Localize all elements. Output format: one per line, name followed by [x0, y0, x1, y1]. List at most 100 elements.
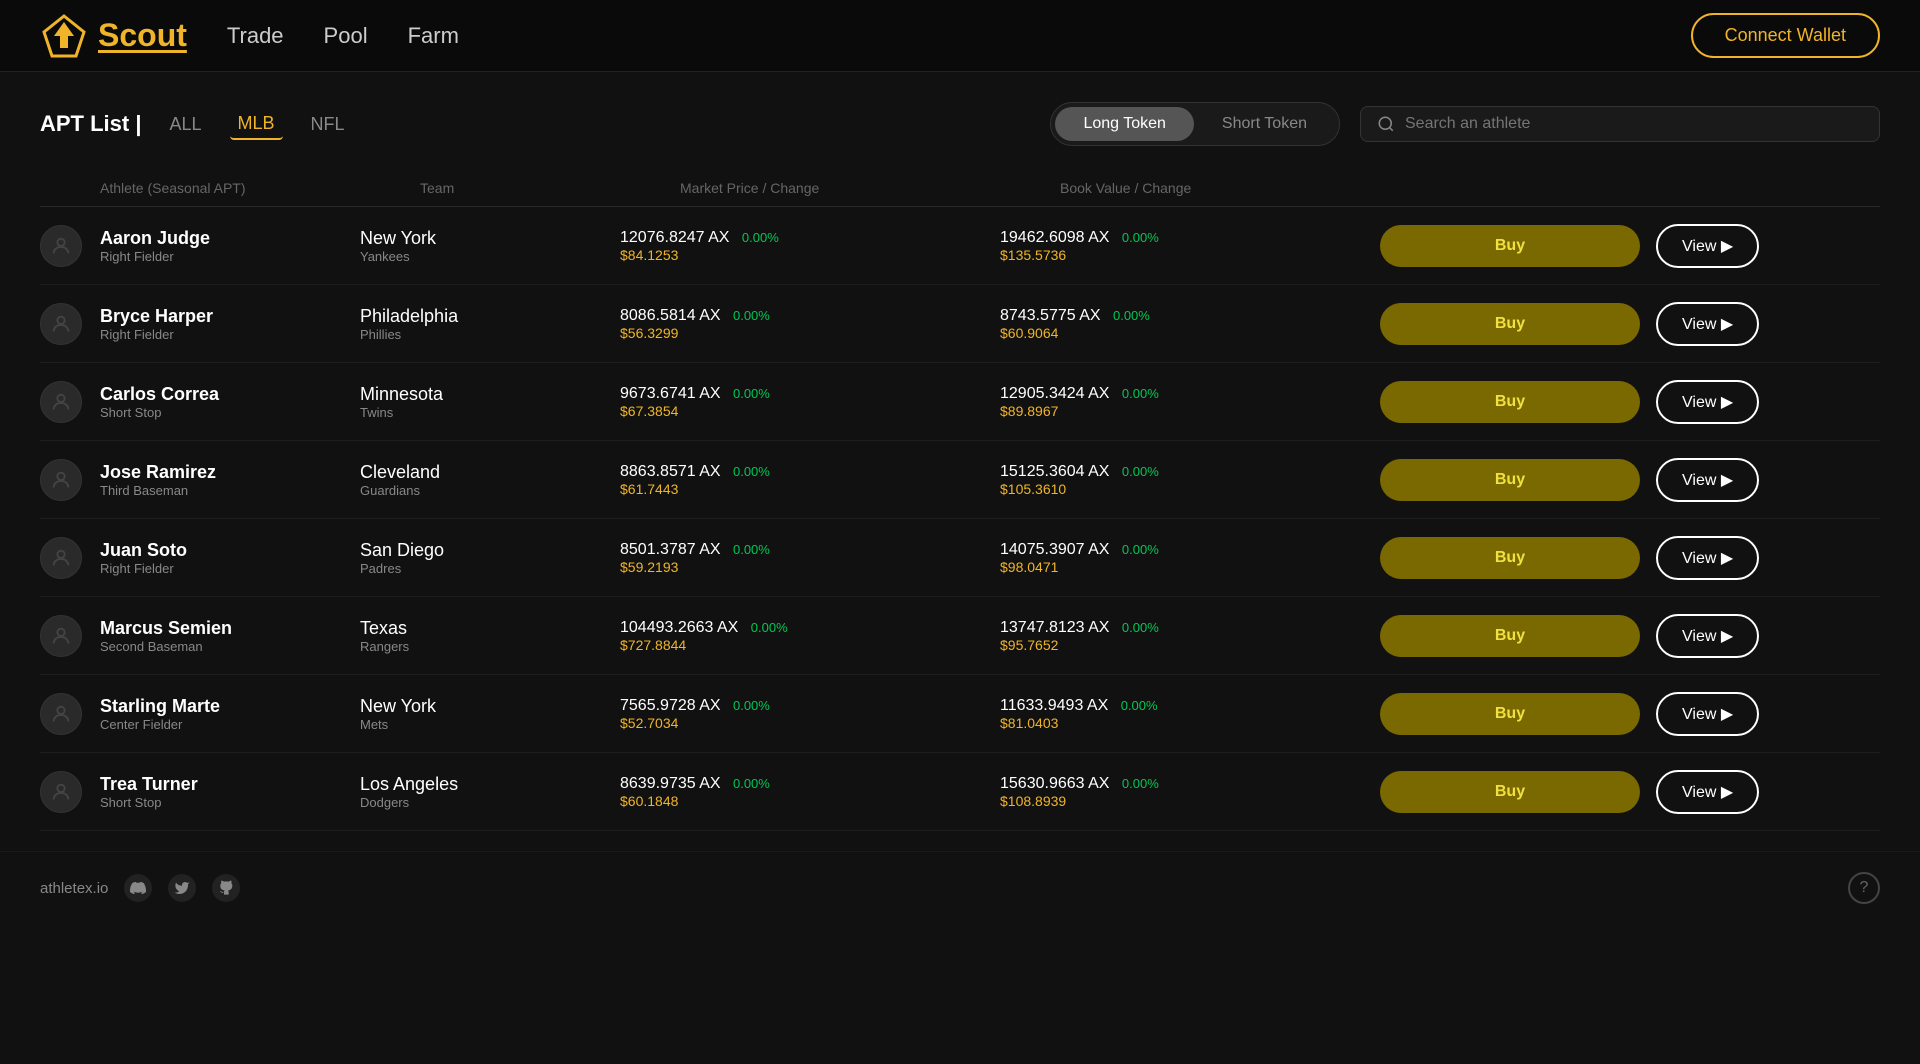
table-row: Jose Ramirez Third Baseman Cleveland Gua… — [40, 441, 1880, 519]
nav-trade[interactable]: Trade — [227, 23, 284, 49]
view-button[interactable]: View ▶ — [1656, 770, 1759, 814]
search-input[interactable] — [1405, 115, 1863, 133]
team-city: San Diego — [360, 540, 620, 561]
book-value-ax: 12905.3424 AX 0.00% — [1000, 385, 1380, 403]
connect-wallet-button[interactable]: Connect Wallet — [1691, 13, 1880, 58]
market-price-usd: $67.3854 — [620, 403, 1000, 419]
athlete-info: Starling Marte Center Fielder — [100, 696, 360, 732]
view-button[interactable]: View ▶ — [1656, 692, 1759, 736]
filter-mlb[interactable]: MLB — [230, 109, 283, 140]
view-button[interactable]: View ▶ — [1656, 380, 1759, 424]
discord-icon[interactable] — [124, 874, 152, 902]
col-market-price: Market Price / Change — [680, 180, 1060, 196]
market-price-usd: $52.7034 — [620, 715, 1000, 731]
filter-all[interactable]: ALL — [162, 110, 210, 139]
book-change: 0.00% — [1122, 542, 1159, 557]
market-price-info: 7565.9728 AX 0.00% $52.7034 — [620, 697, 1000, 731]
book-value-usd: $81.0403 — [1000, 715, 1380, 731]
nav: Trade Pool Farm — [227, 23, 459, 49]
logo: Scout — [40, 12, 187, 60]
athlete-name: Juan Soto — [100, 540, 360, 561]
view-button[interactable]: View ▶ — [1656, 302, 1759, 346]
team-city: Los Angeles — [360, 774, 620, 795]
buy-button[interactable]: Buy — [1380, 459, 1640, 501]
athlete-name: Marcus Semien — [100, 618, 360, 639]
twitter-icon[interactable] — [168, 874, 196, 902]
market-change: 0.00% — [733, 464, 770, 479]
footer-brand: athletex.io — [40, 880, 108, 897]
table-row: Juan Soto Right Fielder San Diego Padres… — [40, 519, 1880, 597]
book-change: 0.00% — [1122, 464, 1159, 479]
team-info: Minnesota Twins — [360, 384, 620, 420]
athlete-name: Jose Ramirez — [100, 462, 360, 483]
action-column: Buy View ▶ — [1380, 458, 1779, 502]
athlete-info: Aaron Judge Right Fielder — [100, 228, 360, 264]
team-name: Guardians — [360, 483, 620, 498]
market-price-ax: 7565.9728 AX 0.00% — [620, 697, 1000, 715]
team-city: Philadelphia — [360, 306, 620, 327]
action-column: Buy View ▶ — [1380, 536, 1779, 580]
nav-pool[interactable]: Pool — [324, 23, 368, 49]
athlete-position: Second Baseman — [100, 639, 360, 654]
market-price-info: 8086.5814 AX 0.00% $56.3299 — [620, 307, 1000, 341]
view-button[interactable]: View ▶ — [1656, 536, 1759, 580]
book-change: 0.00% — [1113, 308, 1150, 323]
athlete-avatar — [40, 771, 82, 813]
view-button[interactable]: View ▶ — [1656, 614, 1759, 658]
table-row: Marcus Semien Second Baseman Texas Range… — [40, 597, 1880, 675]
team-city: New York — [360, 228, 620, 249]
athlete-position: Short Stop — [100, 795, 360, 810]
view-button[interactable]: View ▶ — [1656, 224, 1759, 268]
help-button[interactable]: ? — [1848, 872, 1880, 904]
view-button[interactable]: View ▶ — [1656, 458, 1759, 502]
book-value-info: 14075.3907 AX 0.00% $98.0471 — [1000, 541, 1380, 575]
col-book-value: Book Value / Change — [1060, 180, 1440, 196]
table-rows: Aaron Judge Right Fielder New York Yanke… — [40, 207, 1880, 831]
athlete-avatar — [40, 381, 82, 423]
book-value-usd: $95.7652 — [1000, 637, 1380, 653]
buy-button[interactable]: Buy — [1380, 693, 1640, 735]
market-price-ax: 8863.8571 AX 0.00% — [620, 463, 1000, 481]
book-value-usd: $98.0471 — [1000, 559, 1380, 575]
buy-button[interactable]: Buy — [1380, 381, 1640, 423]
market-price-ax: 104493.2663 AX 0.00% — [620, 619, 1000, 637]
short-token-button[interactable]: Short Token — [1194, 107, 1335, 141]
main-content: APT List | ALL MLB NFL Long Token Short … — [0, 72, 1920, 831]
book-value-info: 15125.3604 AX 0.00% $105.3610 — [1000, 463, 1380, 497]
team-info: Cleveland Guardians — [360, 462, 620, 498]
market-price-usd: $61.7443 — [620, 481, 1000, 497]
buy-button[interactable]: Buy — [1380, 615, 1640, 657]
athlete-name: Carlos Correa — [100, 384, 360, 405]
market-change: 0.00% — [733, 386, 770, 401]
long-token-button[interactable]: Long Token — [1055, 107, 1193, 141]
athlete-info: Marcus Semien Second Baseman — [100, 618, 360, 654]
nav-farm[interactable]: Farm — [408, 23, 459, 49]
filter-nfl[interactable]: NFL — [303, 110, 353, 139]
market-change: 0.00% — [733, 308, 770, 323]
book-change: 0.00% — [1122, 776, 1159, 791]
action-column: Buy View ▶ — [1380, 224, 1779, 268]
col-athlete: Athlete (Seasonal APT) — [100, 180, 420, 196]
buy-button[interactable]: Buy — [1380, 225, 1640, 267]
buy-button[interactable]: Buy — [1380, 771, 1640, 813]
action-column: Buy View ▶ — [1380, 614, 1779, 658]
team-info: San Diego Padres — [360, 540, 620, 576]
athlete-name: Aaron Judge — [100, 228, 360, 249]
buy-button[interactable]: Buy — [1380, 537, 1640, 579]
market-change: 0.00% — [742, 230, 779, 245]
search-bar — [1360, 106, 1880, 142]
col-actions — [1440, 180, 1720, 196]
footer: athletex.io ? — [0, 851, 1920, 924]
buy-button[interactable]: Buy — [1380, 303, 1640, 345]
market-price-usd: $84.1253 — [620, 247, 1000, 263]
team-info: Los Angeles Dodgers — [360, 774, 620, 810]
table-header: Athlete (Seasonal APT) Team Market Price… — [40, 170, 1880, 207]
market-price-info: 104493.2663 AX 0.00% $727.8844 — [620, 619, 1000, 653]
github-icon[interactable] — [212, 874, 240, 902]
market-price-usd: $59.2193 — [620, 559, 1000, 575]
market-price-usd: $56.3299 — [620, 325, 1000, 341]
book-value-ax: 19462.6098 AX 0.00% — [1000, 229, 1380, 247]
athlete-position: Short Stop — [100, 405, 360, 420]
apt-list-header: APT List | ALL MLB NFL Long Token Short … — [40, 102, 1880, 146]
book-value-ax: 15125.3604 AX 0.00% — [1000, 463, 1380, 481]
